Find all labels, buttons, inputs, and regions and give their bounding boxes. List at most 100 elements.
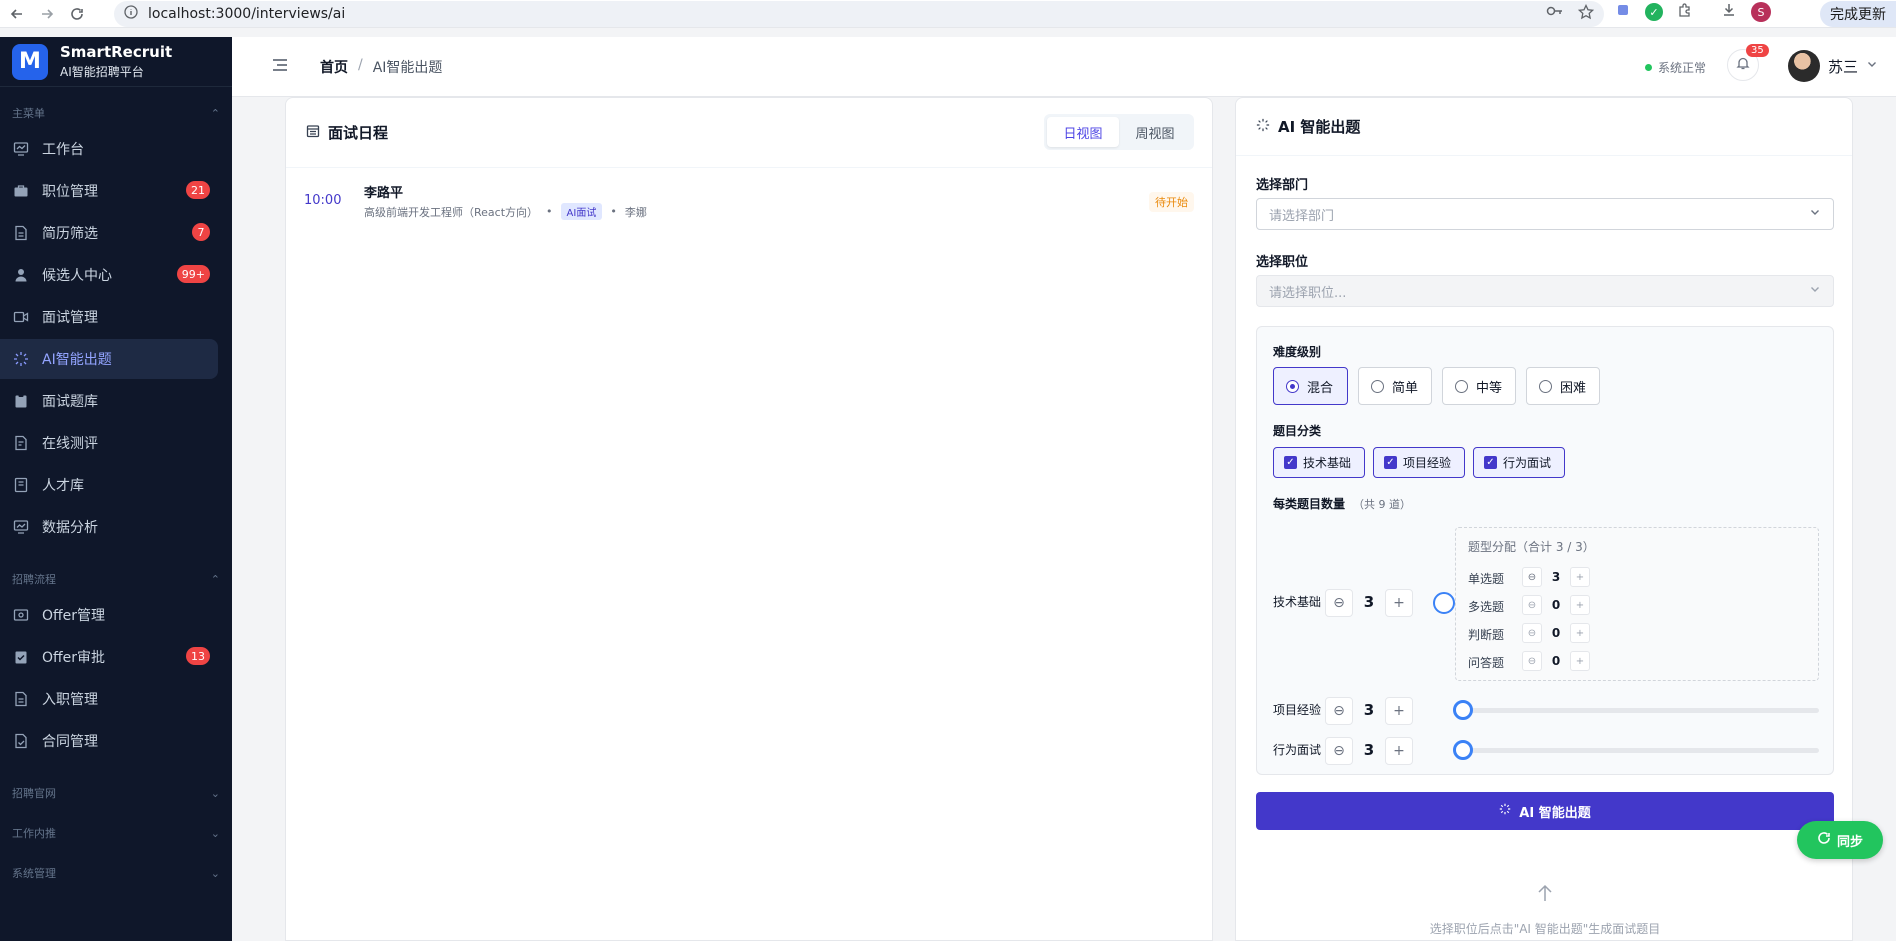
schedule-title: 面试日程 [328,124,389,142]
address-bar[interactable]: localhost:3000/interviews/ai [114,1,1604,27]
sidebar-item-candidates[interactable]: 候选人中心 99+ [0,255,218,295]
increment-button[interactable]: + [1385,697,1413,725]
dept-select[interactable]: 请选择部门 [1256,198,1834,230]
section-flow[interactable]: 招聘流程 ⌃ [0,565,232,593]
difficulty-mixed[interactable]: 混合 [1273,367,1348,405]
increment-button[interactable]: + [1570,651,1590,671]
ai-card-header: AI 智能出题 [1236,98,1852,156]
chevron-down-icon [1866,58,1878,74]
increment-button[interactable]: + [1385,737,1413,765]
schedule-event[interactable]: 10:00 李路平 高级前端开发工程师（React方向） • AI面试 • 李娜… [304,182,1194,222]
chart-icon [12,518,30,536]
section-main[interactable]: 主菜单 ⌃ [0,99,232,127]
generate-button[interactable]: AI 智能出题 [1256,792,1834,830]
increment-button[interactable]: + [1570,567,1590,587]
sidebar-item-question-bank[interactable]: 面试题库 [0,381,218,421]
key-icon[interactable] [1546,4,1564,24]
difficulty-easy[interactable]: 简单 [1358,367,1432,405]
event-position: 高级前端开发工程师（React方向） [364,205,539,219]
increment-button[interactable]: + [1570,595,1590,615]
chevron-down-icon: ⌄ [210,866,220,880]
count-slider[interactable] [1453,700,1819,720]
update-button[interactable]: 完成更新 [1820,1,1896,27]
candidate-name: 李路平 [364,186,404,201]
slider-thumb[interactable] [1433,592,1455,614]
sidebar-item-onboarding[interactable]: 入职管理 [0,679,218,719]
sidebar-item-label: Offer管理 [42,608,106,624]
url-text[interactable]: localhost:3000/interviews/ai [148,6,345,22]
sidebar-item-talent-pool[interactable]: 人才库 [0,465,218,505]
count-badge: 7 [192,223,210,241]
difficulty-hard[interactable]: 困难 [1526,367,1600,405]
site-info-icon[interactable] [124,5,138,23]
brand-logo: M [12,43,48,80]
sidebar-item-offer-approval[interactable]: Offer审批 13 [0,637,218,677]
sidebar-item-ai-questions[interactable]: AI智能出题 [0,339,218,379]
sidebar-item-label: Offer审批 [42,650,106,666]
decrement-button[interactable]: ⊖ [1522,651,1542,671]
sidebar-item-offer[interactable]: Offer管理 [0,595,218,635]
event-interviewer: 李娜 [624,205,647,219]
brand[interactable]: M SmartRecruit AI智能招聘平台 [0,37,232,87]
section-system[interactable]: 系统管理 ⌄ [0,859,232,887]
sidebar-item-label: 人才库 [42,478,84,494]
section-site[interactable]: 招聘官网 ⌄ [0,779,232,807]
category-project[interactable]: ✓ 项目经验 [1373,447,1465,478]
option-label: 项目经验 [1403,456,1452,470]
sidebar-item-online-test[interactable]: 在线测评 [0,423,218,463]
reload-icon[interactable] [64,1,90,27]
brand-name: SmartRecruit [60,43,173,61]
forward-icon[interactable] [34,1,60,27]
decrement-button[interactable]: ⊖ [1325,589,1353,617]
type-label: 判断题 [1468,628,1505,642]
slider-thumb[interactable] [1453,740,1473,760]
profile-avatar[interactable]: S [1751,2,1771,22]
user-menu[interactable]: 苏三 [1788,50,1878,82]
bookmark-star-icon[interactable] [1577,3,1595,24]
sidebar-item-contracts[interactable]: 合同管理 [0,721,218,761]
sidebar-item-interviews[interactable]: 面试管理 [0,297,218,337]
category-tech[interactable]: ✓ 技术基础 [1273,447,1365,478]
menu-toggle-icon[interactable] [272,58,288,76]
count-slider[interactable] [1453,740,1819,760]
row-label-tech: 技术基础 [1273,595,1322,609]
tab-week-view[interactable]: 周视图 [1119,117,1191,147]
notification-button[interactable]: 35 [1727,44,1769,81]
increment-button[interactable]: + [1385,589,1413,617]
extension-check-icon[interactable]: ✓ [1645,3,1663,21]
chevron-down-icon [1809,283,1821,299]
breadcrumb-home[interactable]: 首页 [320,57,348,77]
type-label: 多选题 [1468,600,1505,614]
tab-day-view[interactable]: 日视图 [1047,117,1119,147]
sidebar-item-resume[interactable]: 简历筛选 7 [0,213,218,253]
sparkle-icon [12,350,30,368]
decrement-button[interactable]: ⊖ [1522,595,1542,615]
decrement-button[interactable]: ⊖ [1522,623,1542,643]
section-referral[interactable]: 工作内推 ⌄ [0,819,232,847]
job-select[interactable]: 请选择职位... [1256,275,1834,307]
puzzle-icon[interactable] [1677,2,1693,22]
sidebar-item-dashboard[interactable]: 工作台 [0,129,218,169]
extension-icon[interactable] [1615,2,1631,22]
decrement-button[interactable]: ⊖ [1522,567,1542,587]
sidebar-item-jobs[interactable]: 职位管理 21 [0,171,218,211]
sidebar-item-analytics[interactable]: 数据分析 [0,507,218,547]
job-label: 选择职位 [1256,255,1309,270]
sidebar: M SmartRecruit AI智能招聘平台 主菜单 ⌃ 工作台 职位管理 2… [0,37,232,941]
decrement-button[interactable]: ⊖ [1325,697,1353,725]
back-icon[interactable] [4,1,30,27]
system-status: 系统正常 [1645,59,1706,76]
status-badge: 待开始 [1149,192,1194,212]
sidebar-item-label: AI智能出题 [42,352,112,368]
sync-button[interactable]: 同步 [1797,821,1883,859]
dept-placeholder: 请选择部门 [1269,208,1335,224]
increment-button[interactable]: + [1570,623,1590,643]
decrement-button[interactable]: ⊖ [1325,737,1353,765]
row-label-behavior: 行为面试 [1273,743,1322,757]
difficulty-medium[interactable]: 中等 [1442,367,1516,405]
category-behavior[interactable]: ✓ 行为面试 [1473,447,1565,478]
user-avatar [1788,50,1820,82]
brand-subtitle: AI智能招聘平台 [60,65,144,79]
download-icon[interactable] [1721,2,1737,22]
slider-thumb[interactable] [1453,700,1473,720]
